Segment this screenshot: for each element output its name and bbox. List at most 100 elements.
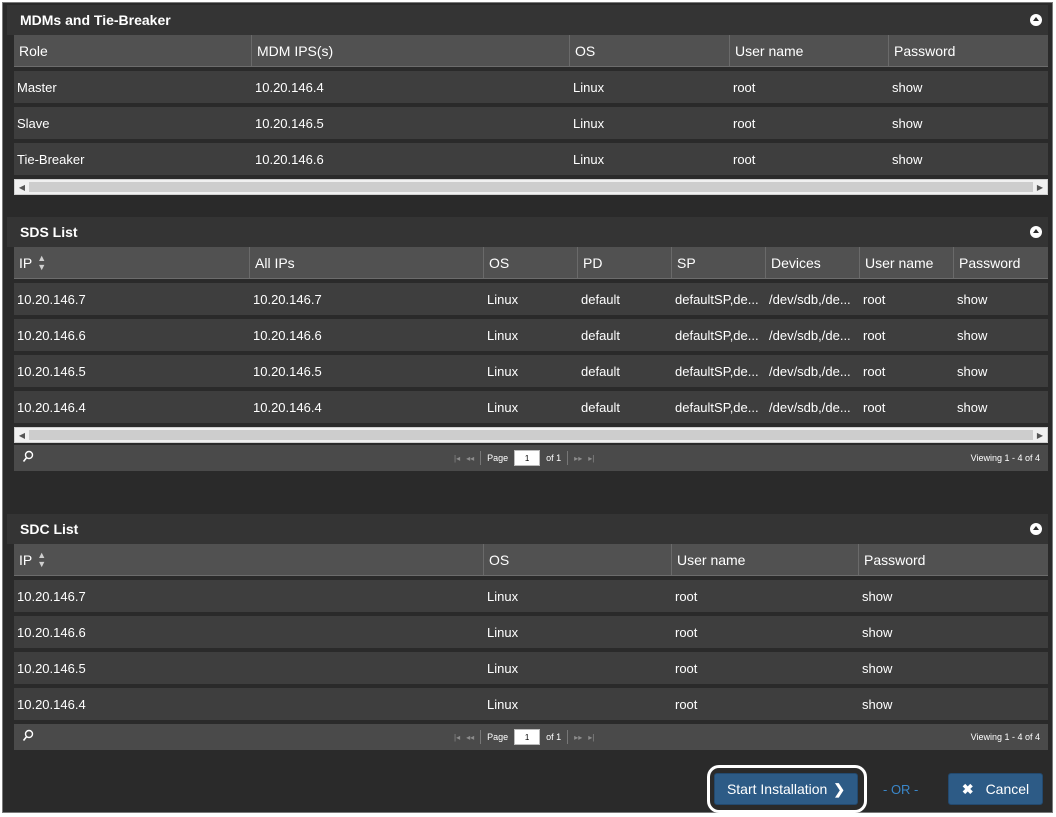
table-row[interactable]: 10.20.146.6 10.20.146.6 Linux default de… (14, 319, 1048, 351)
password-show-link[interactable]: show (859, 688, 1048, 720)
last-page-icon[interactable]: ▸| (588, 733, 594, 742)
sdc-panel-title: SDC List (20, 521, 79, 537)
sds-pager: |◂ ◂◂ Page of 1 ▸▸ ▸| Viewing 1 - 4 of 4 (14, 445, 1048, 471)
cell-os: Linux (573, 115, 605, 131)
cell-all-ips: 10.20.146.6 (253, 327, 322, 343)
table-row[interactable]: Tie-Breaker 10.20.146.6 Linux root show (14, 143, 1048, 175)
divider (480, 451, 482, 465)
prev-page-icon[interactable]: ◂◂ (466, 454, 474, 463)
start-installation-label: Start Installation (726, 781, 828, 797)
column-header-all-ips[interactable]: All IPs (250, 247, 484, 278)
cell-ip: 10.20.146.5 (17, 363, 86, 379)
column-header-pd[interactable]: PD (578, 247, 672, 278)
table-row[interactable]: 10.20.146.4 Linux root show (14, 688, 1048, 720)
cell-os: Linux (487, 399, 519, 415)
start-installation-button[interactable]: Start Installation ❯ (714, 773, 858, 805)
table-row[interactable]: 10.20.146.6 Linux root show (14, 616, 1048, 648)
cell-sp: defaultSP,de... (675, 327, 759, 343)
page-number-input[interactable] (514, 729, 541, 745)
mdm-panel-header: MDMs and Tie-Breaker (7, 5, 1048, 35)
table-row[interactable]: 10.20.146.7 Linux root show (14, 580, 1048, 612)
column-header-user-name[interactable]: User name (860, 247, 954, 278)
column-header-mdm-ips[interactable]: MDM IPS(s) (252, 35, 570, 66)
search-icon[interactable] (22, 729, 34, 743)
column-header-ip[interactable]: IP ▲ ▼ (14, 247, 250, 278)
chevron-right-icon: ❯ (833, 780, 846, 797)
divider (567, 451, 569, 465)
sds-panel-header: SDS List (7, 217, 1048, 247)
scrollbar-thumb[interactable] (29, 182, 1033, 192)
table-row[interactable]: Slave 10.20.146.5 Linux root show (14, 107, 1048, 139)
or-separator: - OR - (883, 782, 919, 797)
cell-pd: default (581, 399, 621, 415)
last-page-icon[interactable]: ▸| (588, 454, 594, 463)
sds-panel-title: SDS List (20, 224, 78, 240)
viewing-count: Viewing 1 - 4 of 4 (970, 732, 1040, 742)
password-show-link[interactable]: show (889, 143, 1048, 175)
column-header-password[interactable]: Password (859, 544, 1048, 575)
password-show-link[interactable]: show (954, 391, 1042, 423)
scroll-left-icon[interactable]: ◀ (15, 428, 29, 442)
column-header-devices[interactable]: Devices (766, 247, 860, 278)
cell-devices: /dev/sdb,/de... (769, 327, 851, 343)
password-show-link[interactable]: show (859, 652, 1048, 684)
column-header-user-name[interactable]: User name (672, 544, 859, 575)
dialog-footer: Start Installation ❯ - OR - ✖ Cancel (3, 765, 1054, 813)
password-show-link[interactable]: show (954, 283, 1042, 315)
first-page-icon[interactable]: |◂ (454, 733, 460, 742)
collapse-icon[interactable] (1030, 226, 1042, 238)
cell-pd: default (581, 327, 621, 343)
cell-all-ips: 10.20.146.5 (253, 363, 322, 379)
password-show-link[interactable]: show (889, 107, 1048, 139)
sdc-panel: SDC List IP ▲ ▼ OS User name Password 10.… (7, 514, 1048, 750)
cell-ip: 10.20.146.6 (17, 624, 86, 640)
cell-os: Linux (487, 624, 519, 640)
scrollbar-thumb[interactable] (29, 430, 1033, 440)
column-header-os[interactable]: OS (484, 247, 578, 278)
search-icon[interactable] (22, 450, 34, 464)
sort-icon[interactable]: ▲ ▼ (37, 550, 46, 569)
first-page-icon[interactable]: |◂ (454, 454, 460, 463)
column-header-os[interactable]: OS (570, 35, 730, 66)
password-show-link[interactable]: show (954, 319, 1042, 351)
column-header-password[interactable]: Password (889, 35, 1048, 66)
collapse-icon[interactable] (1030, 14, 1042, 26)
cancel-button[interactable]: ✖ Cancel (948, 773, 1043, 805)
column-header-ip[interactable]: IP ▲ ▼ (14, 544, 484, 575)
password-show-link[interactable]: show (954, 355, 1042, 387)
table-row[interactable]: 10.20.146.7 10.20.146.7 Linux default de… (14, 283, 1048, 315)
cell-os: Linux (487, 660, 519, 676)
next-page-icon[interactable]: ▸▸ (574, 733, 582, 742)
scroll-right-icon[interactable]: ▶ (1033, 180, 1047, 194)
column-header-password[interactable]: Password (954, 247, 1042, 278)
horizontal-scrollbar[interactable]: ◀ ▶ (14, 427, 1048, 443)
column-header-sp[interactable]: SP (672, 247, 766, 278)
password-show-link[interactable]: show (859, 616, 1048, 648)
table-row[interactable]: 10.20.146.5 Linux root show (14, 652, 1048, 684)
sort-icon[interactable]: ▲ ▼ (37, 253, 46, 272)
mdm-panel-title: MDMs and Tie-Breaker (20, 12, 171, 28)
next-page-icon[interactable]: ▸▸ (574, 454, 582, 463)
cell-user: root (863, 291, 886, 307)
table-row[interactable]: 10.20.146.4 10.20.146.4 Linux default de… (14, 391, 1048, 423)
column-header-role[interactable]: Role (14, 35, 252, 66)
collapse-icon[interactable] (1030, 523, 1042, 535)
cell-all-ips: 10.20.146.4 (253, 399, 322, 415)
sds-table-header: IP ▲ ▼ All IPs OS PD SP Devices User name… (14, 247, 1048, 279)
column-header-os[interactable]: OS (484, 544, 672, 575)
cell-ip: 10.20.146.5 (17, 660, 86, 676)
scroll-left-icon[interactable]: ◀ (15, 180, 29, 194)
cell-user: root (675, 660, 698, 676)
cell-devices: /dev/sdb,/de... (769, 399, 851, 415)
column-header-ip-label: IP (19, 551, 33, 568)
scroll-right-icon[interactable]: ▶ (1033, 428, 1047, 442)
table-row[interactable]: 10.20.146.5 10.20.146.5 Linux default de… (14, 355, 1048, 387)
prev-page-icon[interactable]: ◂◂ (466, 733, 474, 742)
page-number-input[interactable] (514, 450, 541, 466)
password-show-link[interactable]: show (889, 71, 1048, 103)
table-row[interactable]: Master 10.20.146.4 Linux root show (14, 71, 1048, 103)
password-show-link[interactable]: show (859, 580, 1048, 612)
horizontal-scrollbar[interactable]: ◀ ▶ (14, 179, 1048, 195)
column-header-user-name[interactable]: User name (730, 35, 889, 66)
cell-user: root (863, 399, 886, 415)
